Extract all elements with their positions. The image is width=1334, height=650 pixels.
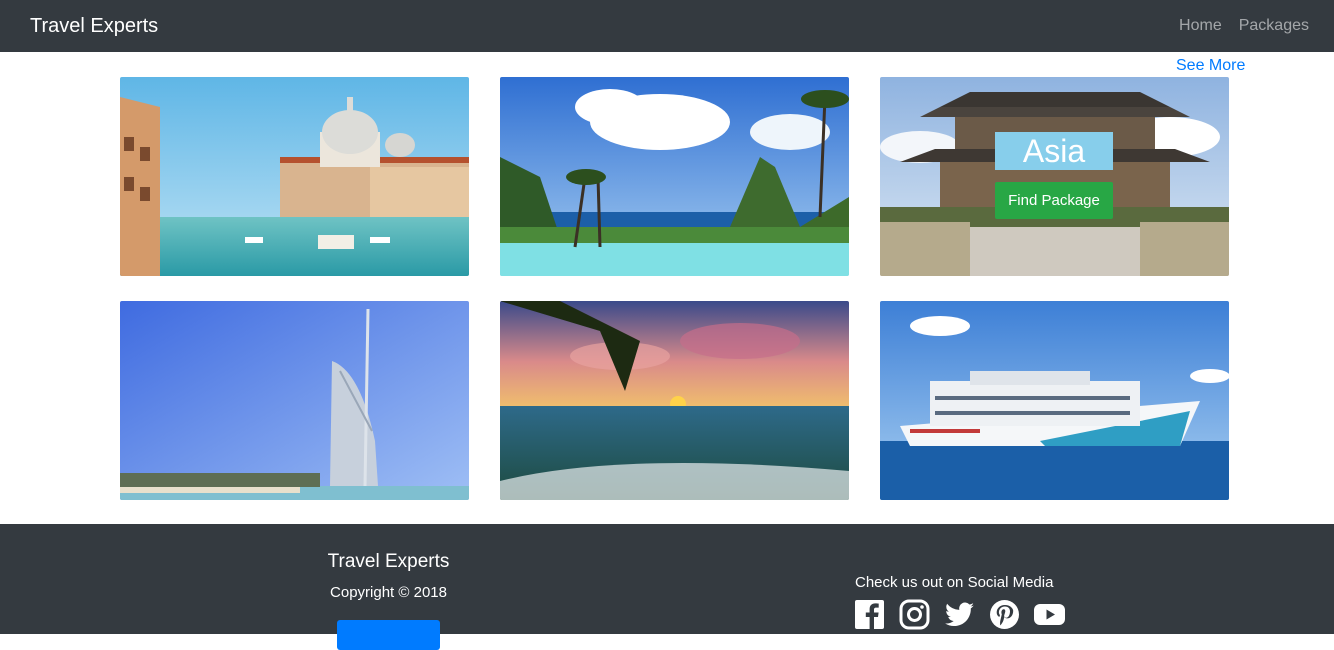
facebook-icon[interactable] xyxy=(854,599,885,630)
see-more-link[interactable]: See More xyxy=(1176,57,1245,75)
footer-copyright: Copyright © 2018 xyxy=(330,584,447,601)
card-overlay-title: Asia xyxy=(995,132,1113,170)
card-sunset[interactable] xyxy=(500,301,849,500)
card-cruise[interactable] xyxy=(880,301,1229,500)
twitter-icon[interactable] xyxy=(944,599,975,630)
tropical-image xyxy=(500,77,849,276)
sunset-beach-image xyxy=(500,301,849,500)
nav-links: Home Packages xyxy=(1179,16,1309,36)
instagram-icon[interactable] xyxy=(899,599,930,630)
footer-button[interactable] xyxy=(337,620,440,650)
cruise-ship-image xyxy=(880,301,1229,500)
card-asia[interactable]: Asia Find Package xyxy=(880,77,1229,276)
card-dubai[interactable] xyxy=(120,301,469,500)
youtube-icon[interactable] xyxy=(1034,599,1065,630)
card-tropical[interactable] xyxy=(500,77,849,276)
card-venice[interactable] xyxy=(120,77,469,276)
footer-title: Travel Experts xyxy=(327,551,450,572)
footer-social-text: Check us out on Social Media xyxy=(855,574,1054,591)
burj-al-arab-image xyxy=(120,301,469,500)
footer: Travel Experts Copyright © 2018 Check us… xyxy=(0,524,1334,650)
navbar: Travel Experts Home Packages xyxy=(0,0,1334,52)
asian-temple-image xyxy=(880,77,1229,276)
nav-link-home[interactable]: Home xyxy=(1179,16,1222,36)
navbar-brand[interactable]: Travel Experts xyxy=(30,13,158,39)
social-icons xyxy=(854,599,1065,630)
venice-image xyxy=(120,77,469,276)
find-package-button[interactable]: Find Package xyxy=(995,182,1113,219)
nav-link-packages[interactable]: Packages xyxy=(1239,16,1309,36)
pinterest-icon[interactable] xyxy=(989,599,1020,630)
